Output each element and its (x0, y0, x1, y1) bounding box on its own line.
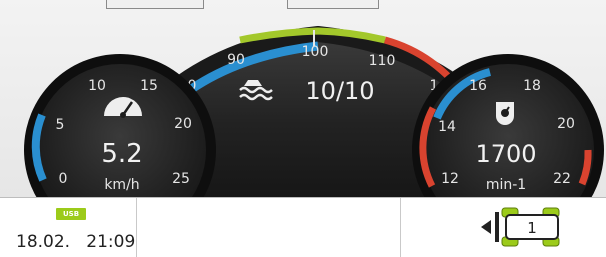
implement-number: 1 (527, 219, 537, 237)
date-display: 18.02. (16, 232, 71, 252)
speed-gauge-tick-label: 10 (88, 78, 106, 94)
implement-hitch-bar (495, 212, 499, 242)
rpm-gauge-tick-label: 14 (438, 119, 456, 135)
engine-speed-icon (496, 102, 514, 125)
center-gauge-tick-label: 90 (227, 52, 245, 68)
time-display: 21:09 (86, 232, 136, 252)
speed-gauge-tick-label: 0 (59, 171, 68, 187)
center-gauge-tick-label: 100 (302, 44, 329, 60)
status-bar-divider (136, 198, 137, 257)
speed-gauge-value: 5.2 (101, 139, 142, 169)
usb-icon[interactable]: USB (56, 208, 86, 220)
center-gauge-tick-label: 110 (369, 53, 396, 69)
usb-label: USB (62, 210, 80, 218)
instrument-cluster: 90 100 110 0 1 10/10 0 5 10 15 20 25 5.2… (24, 25, 604, 200)
speed-gauge-tick-label: 15 (140, 78, 158, 94)
rpm-gauge-tick-label: 16 (469, 78, 487, 94)
rpm-gauge-tick-label: 22 (553, 171, 571, 187)
rpm-gauge-value: 1700 (475, 140, 536, 168)
speed-gauge-tick-label: 20 (174, 116, 192, 132)
date-time: 18.02. 21:09 (16, 232, 135, 252)
triangle-left-icon (481, 220, 491, 234)
status-bar: USB 18.02. 21:09 1 (0, 197, 606, 257)
speed-gauge-unit: km/h (104, 177, 139, 193)
rpm-gauge-tick-label: 20 (557, 116, 575, 132)
center-gauge-value: 10/10 (305, 77, 374, 105)
rpm-gauge-unit: min-1 (486, 177, 526, 193)
implement-selector[interactable]: 1 (480, 202, 570, 252)
rpm-gauge-tick-label: 12 (441, 171, 459, 187)
speed-gauge-tick-label: 25 (172, 171, 190, 187)
status-bar-divider (400, 198, 401, 257)
speed-gauge-tick-label: 5 (56, 117, 65, 133)
rpm-gauge-tick-label: 18 (523, 78, 541, 94)
